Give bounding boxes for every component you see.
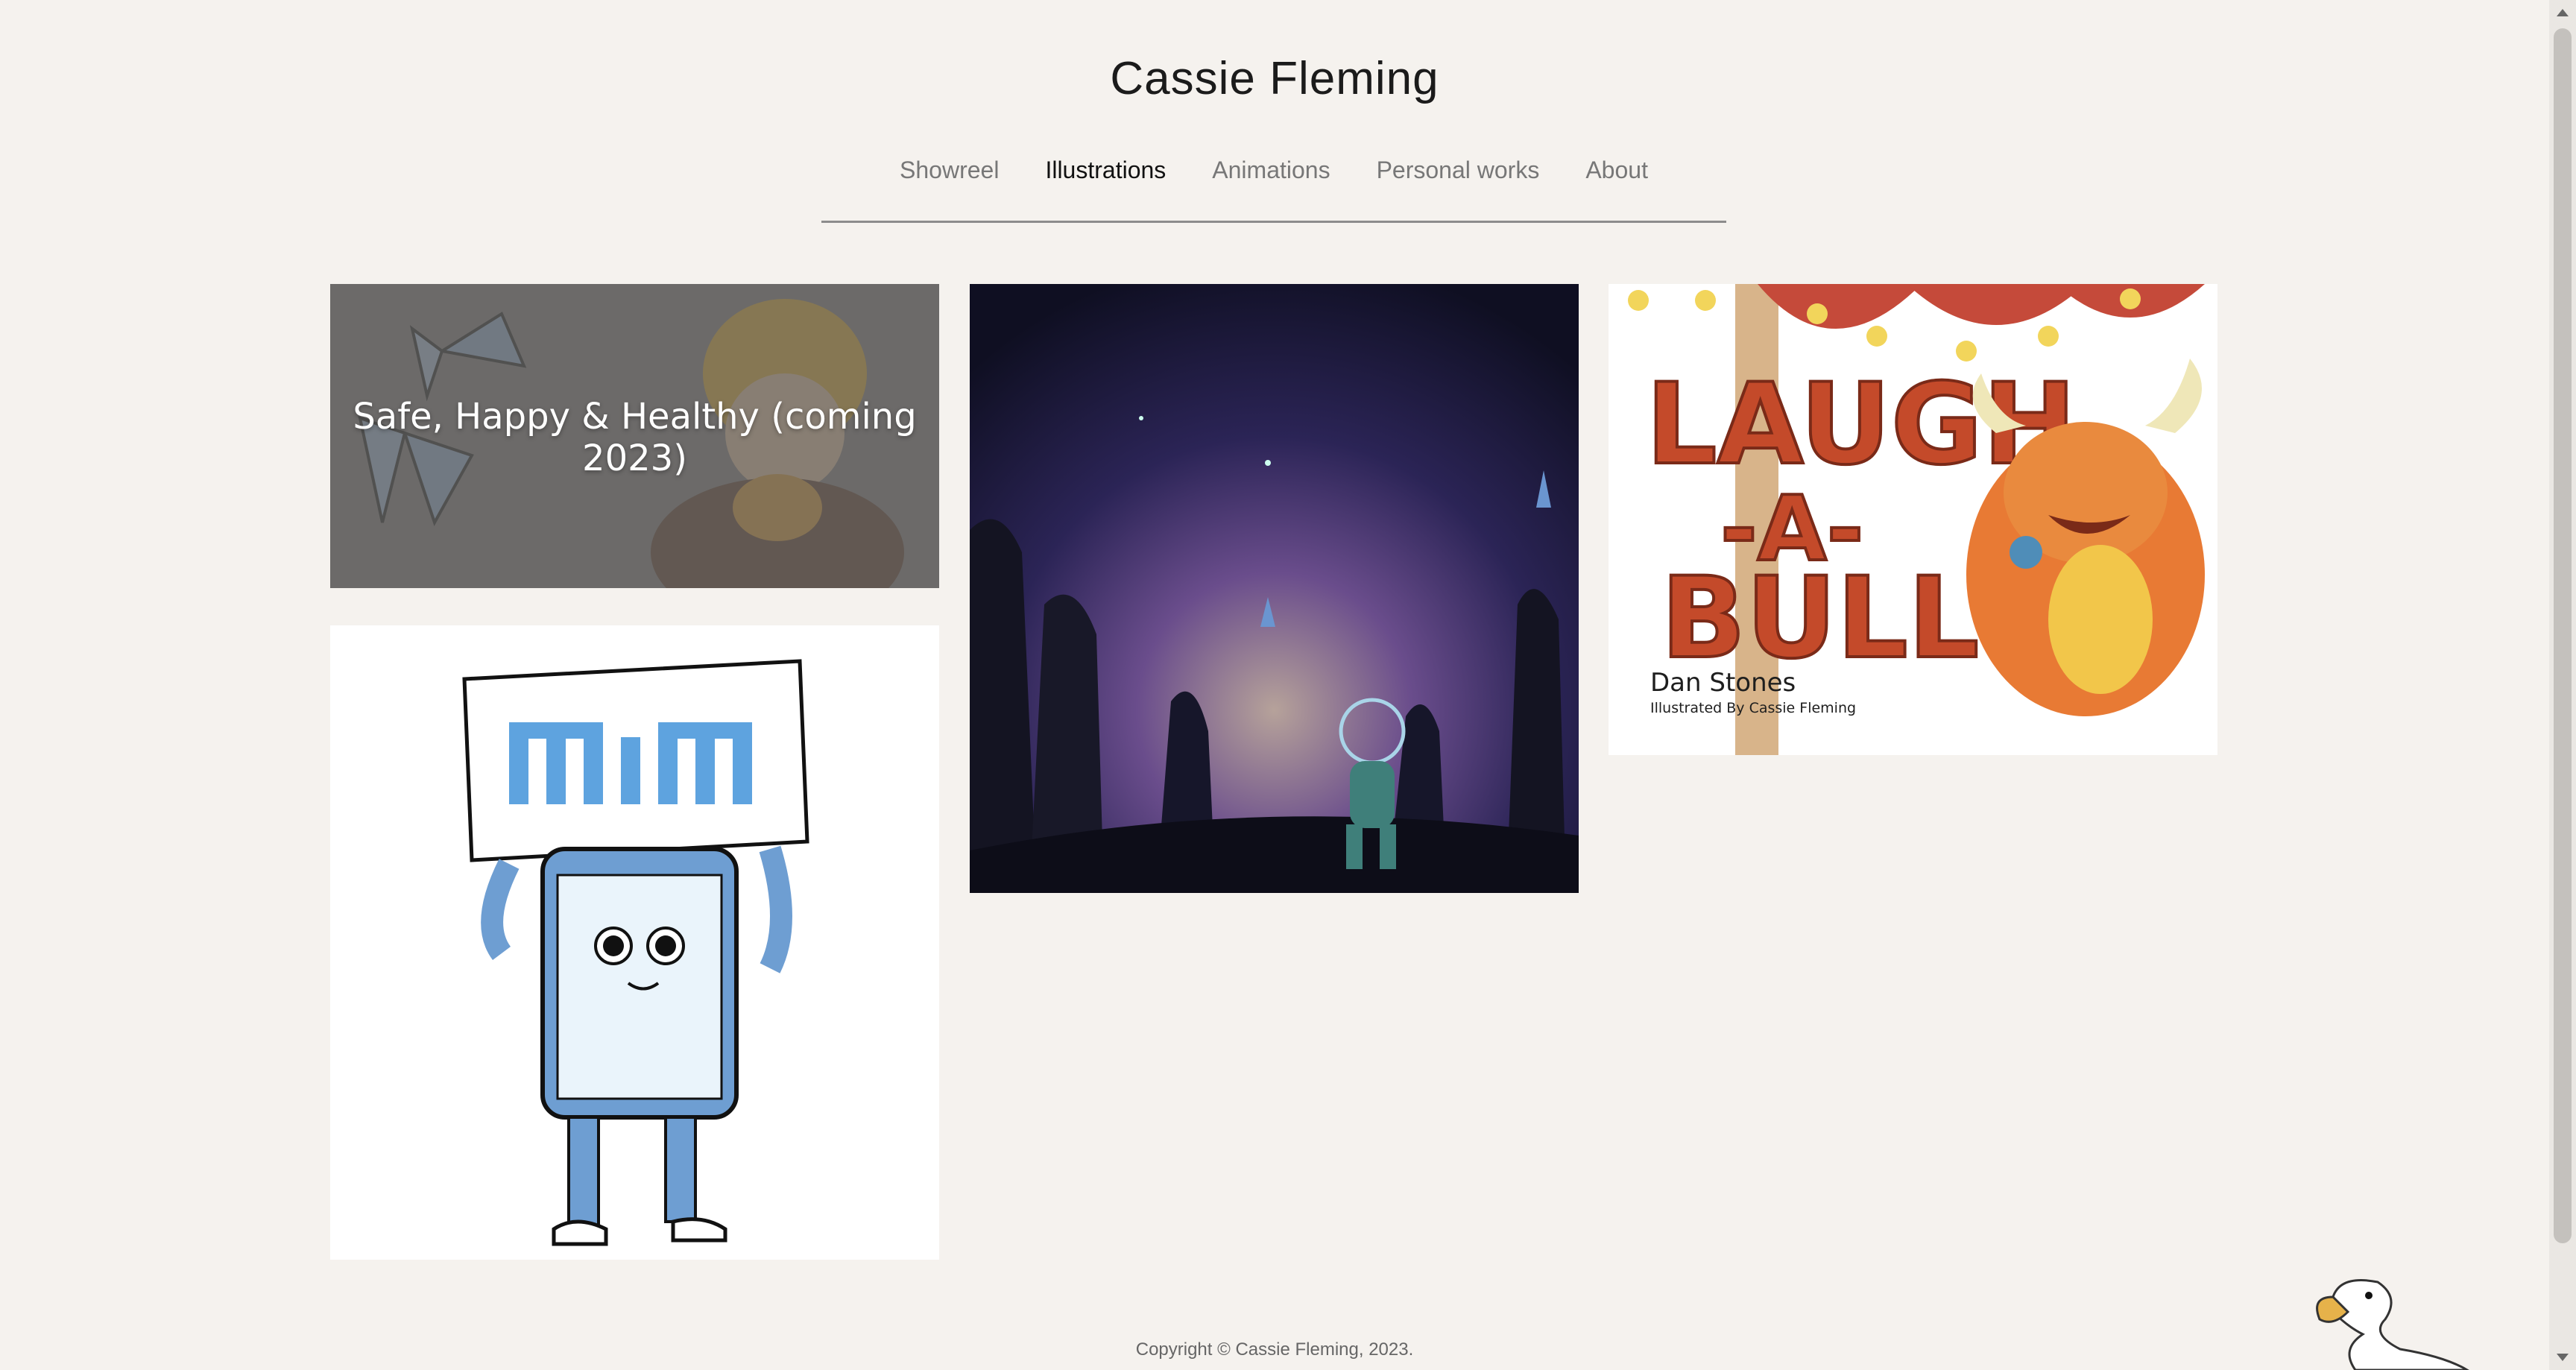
gallery-tile-space-diver[interactable] — [970, 284, 1579, 893]
gallery-tile-laugh-a-bull[interactable]: LAUGH -A- BULL Dan Stones Illustrated By… — [1609, 284, 2217, 755]
nav-personal-works[interactable]: Personal works — [1377, 157, 1540, 221]
footer-copyright: Copyright © Cassie Fleming, 2023. — [1135, 1339, 1414, 1360]
scroll-down-icon[interactable] — [2557, 1354, 2569, 1361]
book-author: Dan Stones — [1650, 668, 1796, 698]
nav-about[interactable]: About — [1585, 157, 1648, 221]
scrollbar[interactable] — [2549, 0, 2576, 1370]
space-diver-illustration — [970, 284, 1579, 893]
gallery-tile-mina[interactable] — [330, 625, 939, 1260]
nav-showreel[interactable]: Showreel — [900, 157, 999, 221]
phone-character-illustration — [330, 625, 939, 1260]
main-nav: Showreel Illustrations Animations Person… — [821, 157, 1726, 223]
dodo-mascot-icon[interactable] — [2311, 1267, 2490, 1370]
svg-text:BULL: BULL — [1661, 554, 1979, 684]
tile-overlay-title: Safe, Happy & Healthy (coming 2023) — [353, 396, 917, 479]
nav-animations[interactable]: Animations — [1212, 157, 1330, 221]
scroll-up-icon[interactable] — [2557, 9, 2569, 16]
book-credit: Illustrated By Cassie Fleming — [1650, 700, 1857, 716]
site-title[interactable]: Cassie Fleming — [0, 52, 2549, 105]
nav-illustrations[interactable]: Illustrations — [1045, 157, 1166, 221]
gallery-tile-safe-happy-healthy[interactable]: Safe, Happy & Healthy (coming 2023) — [330, 284, 939, 588]
scrollbar-thumb[interactable] — [2554, 28, 2572, 1243]
